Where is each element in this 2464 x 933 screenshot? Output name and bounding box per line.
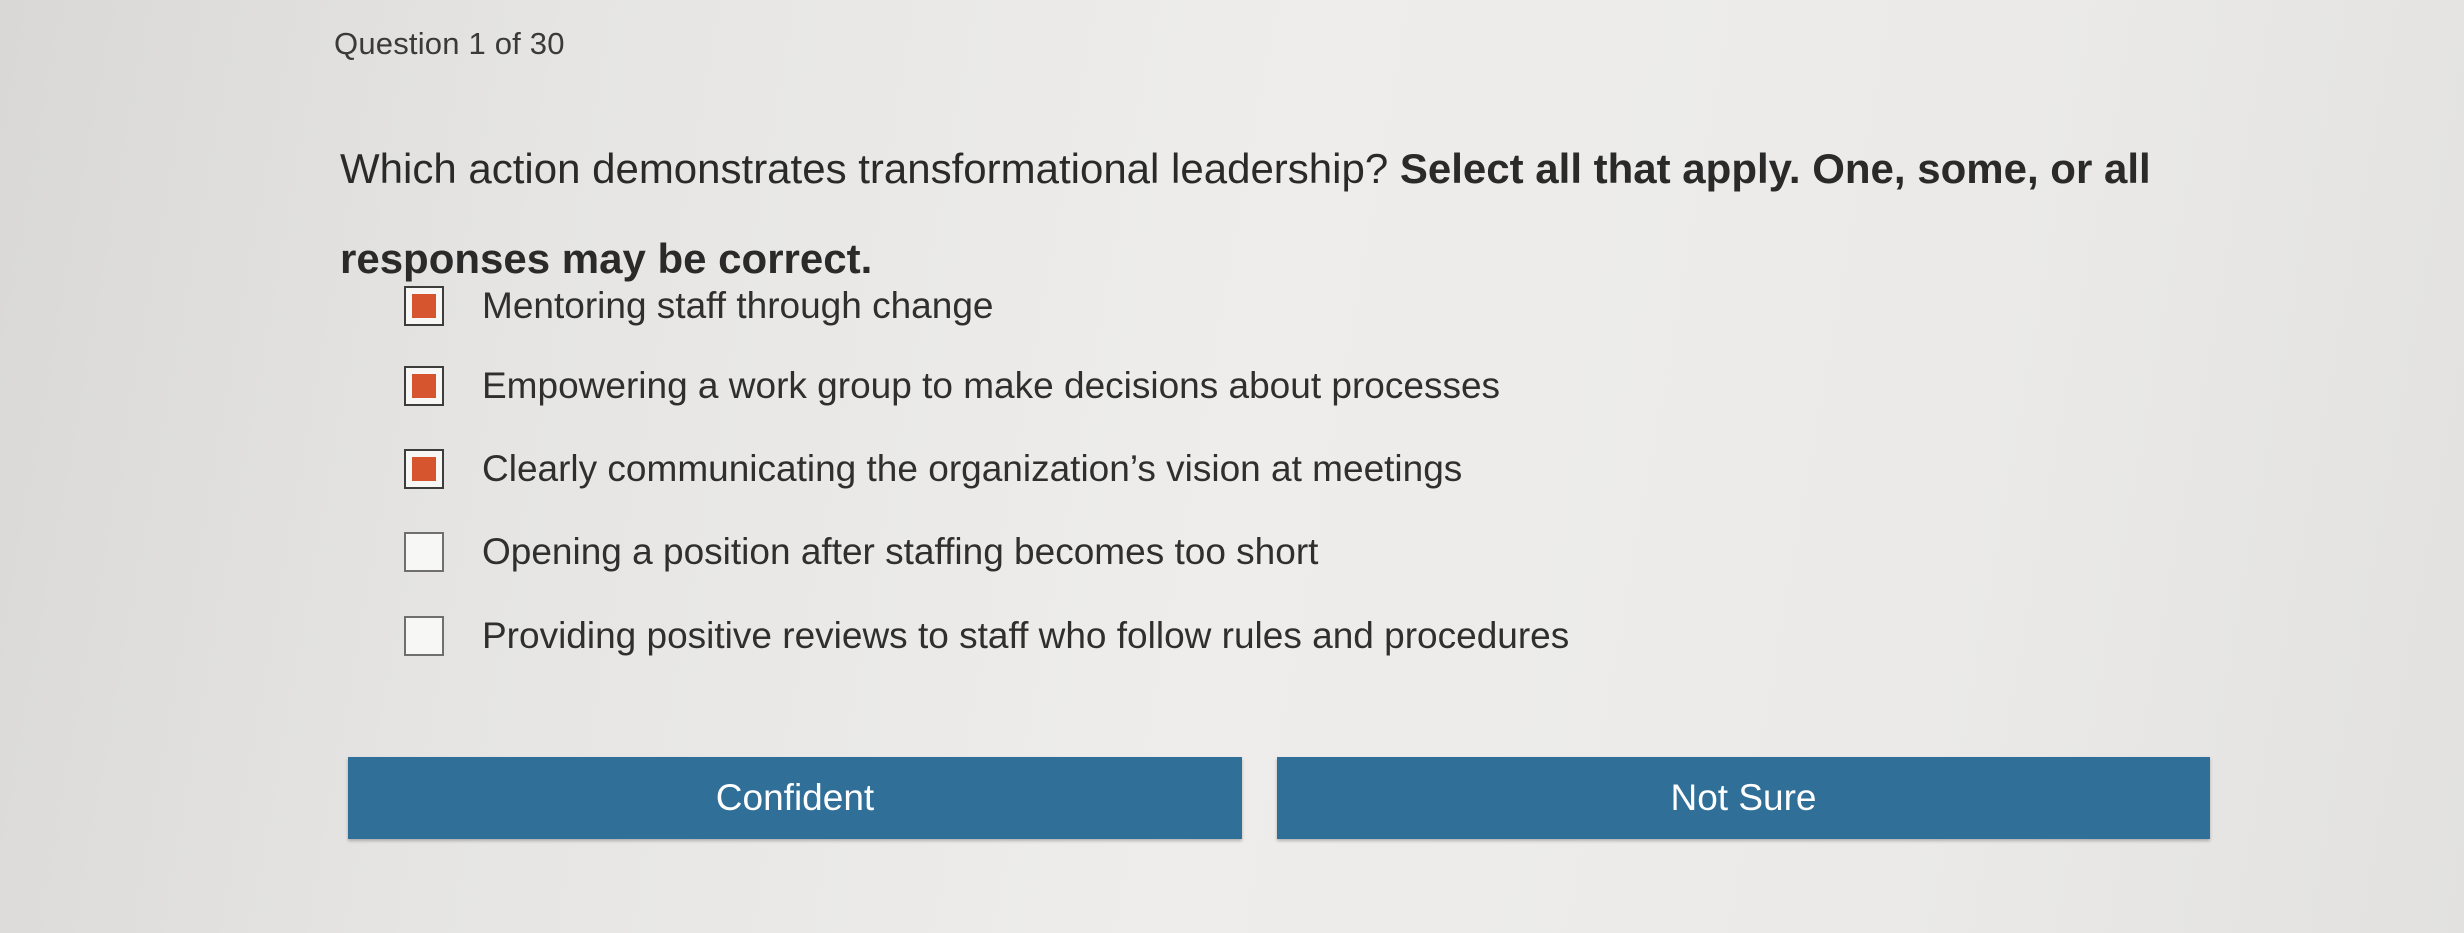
option-checkbox[interactable] [404,449,444,489]
option-positive-reviews[interactable]: Providing positive reviews to staff who … [404,606,1569,666]
question-counter: Question 1 of 30 [334,26,565,61]
option-opening-position[interactable]: Opening a position after staffing become… [404,522,1318,582]
option-label: Providing positive reviews to staff who … [482,615,1570,656]
checkmark-fill [412,294,436,318]
option-checkbox[interactable] [404,366,444,406]
option-label: Opening a position after staffing become… [482,531,1319,572]
option-checkbox[interactable] [404,616,444,656]
option-empowering[interactable]: Empowering a work group to make decision… [404,356,1500,416]
option-mentoring[interactable]: Mentoring staff through change [404,276,994,336]
checkmark-fill [412,374,436,398]
checkmark-fill [412,457,436,481]
option-label: Clearly communicating the organization’s… [482,448,1463,489]
option-communicating[interactable]: Clearly communicating the organization’s… [404,439,1462,499]
option-label: Mentoring staff through change [482,285,994,326]
not-sure-button[interactable]: Not Sure [1277,757,2210,839]
question-prompt: Which action demonstrates transformation… [340,145,1400,192]
option-checkbox[interactable] [404,286,444,326]
option-label: Empowering a work group to make decision… [482,365,1501,406]
confident-button[interactable]: Confident [348,757,1242,839]
option-checkbox[interactable] [404,532,444,572]
quiz-screen: Question 1 of 30 Which action demonstrat… [0,0,2464,933]
